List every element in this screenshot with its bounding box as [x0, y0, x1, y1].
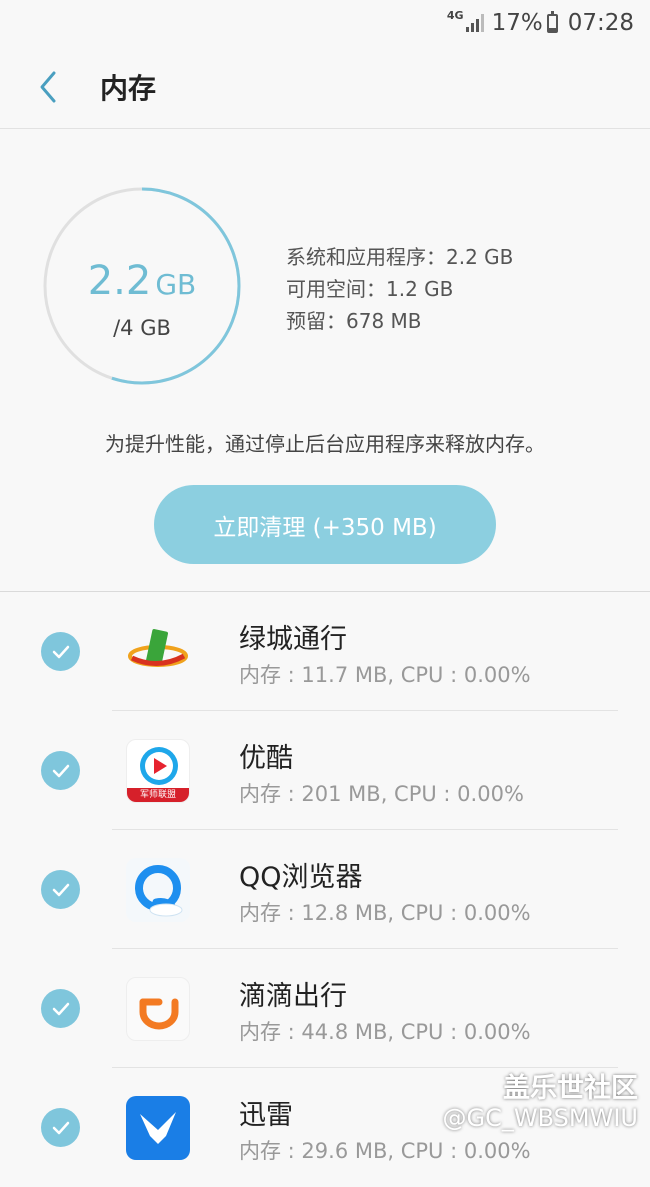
back-button[interactable] [0, 46, 98, 129]
watermark-brand: 盖乐世社区 [503, 1073, 638, 1104]
youku-app-icon: 军师联盟 [126, 739, 190, 803]
xunlei-app-icon [126, 1096, 190, 1160]
app-usage: 内存 : 11.7 MB, CPU : 0.00% [239, 663, 531, 687]
app-checkbox[interactable] [41, 870, 80, 909]
didi-app-icon [126, 977, 190, 1041]
app-name: 绿城通行 [239, 624, 347, 655]
clean-now-button[interactable]: 立即清理 (+350 MB) [154, 485, 496, 564]
app-name: 优酷 [239, 743, 293, 774]
status-bar: 4G 17% 07:28 [0, 0, 650, 46]
app-checkbox[interactable] [41, 751, 80, 790]
app-checkbox[interactable] [41, 632, 80, 671]
used-memory-value: 2.2 [87, 258, 152, 304]
app-usage: 内存 : 201 MB, CPU : 0.00% [239, 782, 524, 806]
reserved-memory: 预留：678 MB [286, 309, 422, 333]
youku-icon-label: 军师联盟 [139, 790, 176, 800]
app-row[interactable]: QQ浏览器 内存 : 12.8 MB, CPU : 0.00% [0, 830, 650, 949]
app-name: QQ浏览器 [239, 862, 363, 893]
memory-usage-ring: 2.2 GB /4 GB [42, 186, 242, 386]
battery-icon [546, 10, 558, 33]
checkmark-icon [52, 764, 69, 777]
app-usage: 内存 : 44.8 MB, CPU : 0.00% [239, 1020, 531, 1044]
page-title: 内存 [100, 72, 157, 105]
checkmark-icon [52, 1121, 69, 1134]
app-row[interactable]: 滴滴出行 内存 : 44.8 MB, CPU : 0.00% [0, 949, 650, 1068]
app-usage: 内存 : 29.6 MB, CPU : 0.00% [239, 1139, 531, 1163]
qq-browser-app-icon [126, 858, 190, 922]
used-memory: 2.2 GB [42, 258, 242, 304]
signal-icon [465, 14, 484, 32]
app-checkbox[interactable] [41, 989, 80, 1028]
app-row[interactable]: 军师联盟 优酷 内存 : 201 MB, CPU : 0.00% [0, 711, 650, 830]
clock: 07:28 [567, 10, 634, 36]
available-space: 可用空间：1.2 GB [286, 277, 454, 301]
app-name: 迅雷 [239, 1100, 293, 1131]
checkmark-icon [52, 645, 69, 658]
checkmark-icon [52, 1002, 69, 1015]
system-apps-usage: 系统和应用程序：2.2 GB [286, 245, 514, 269]
memory-breakdown: 系统和应用程序：2.2 GB 可用空间：1.2 GB 预留：678 MB [286, 241, 513, 337]
back-arrow-icon [40, 71, 56, 103]
watermark-user: @GC_WBSMWIU [442, 1104, 638, 1132]
used-memory-unit: GB [155, 268, 197, 301]
app-checkbox[interactable] [41, 1108, 80, 1147]
battery-percent: 17% [491, 10, 543, 36]
app-usage: 内存 : 12.8 MB, CPU : 0.00% [239, 901, 531, 925]
app-header: 内存 [0, 46, 650, 129]
app-name: 滴滴出行 [239, 981, 347, 1012]
hint-text: 为提升性能，通过停止后台应用程序来释放内存。 [105, 432, 545, 456]
lvcheng-app-icon [126, 620, 190, 684]
app-row[interactable]: 绿城通行 内存 : 11.7 MB, CPU : 0.00% [0, 592, 650, 711]
total-memory: /4 GB [113, 316, 171, 340]
network-type: 4G [446, 8, 464, 22]
checkmark-icon [52, 883, 69, 896]
